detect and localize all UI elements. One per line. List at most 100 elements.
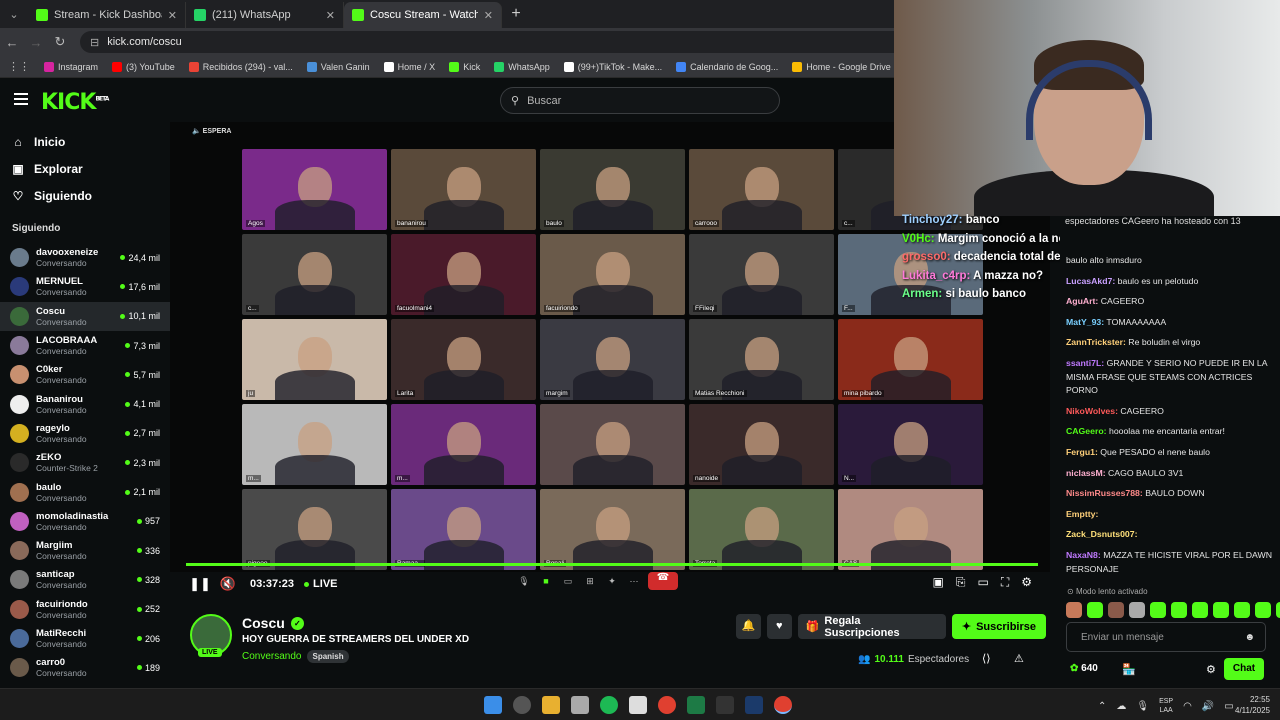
miniplayer-icon[interactable]: ▣ bbox=[933, 575, 944, 590]
sidebar-channel[interactable]: zEKO Counter-Strike 2 2,3 mil bbox=[0, 448, 170, 477]
nav-explore[interactable]: ▣ Explorar bbox=[0, 155, 170, 182]
participant-tile[interactable]: baulo bbox=[540, 149, 685, 230]
chat-username[interactable]: NikoWolves: bbox=[1066, 406, 1118, 416]
tab-search-icon[interactable]: ⌄ bbox=[0, 0, 28, 28]
bookmark-item[interactable]: Recibidos (294) - val... bbox=[188, 61, 293, 72]
bookmark-item[interactable]: Valen Ganin bbox=[306, 61, 370, 72]
theater-icon[interactable]: ▭ bbox=[977, 575, 988, 590]
grid-view-icon[interactable]: ⊞ bbox=[582, 576, 598, 587]
chat-settings-icon[interactable]: ⚙ bbox=[1206, 663, 1216, 676]
close-tab-icon[interactable]: ✕ bbox=[168, 9, 177, 22]
participant-tile[interactable]: FFileqi bbox=[689, 234, 834, 315]
chat-username[interactable]: ssanti7L: bbox=[1066, 358, 1104, 368]
participant-tile[interactable]: carrooo bbox=[689, 149, 834, 230]
excel-icon[interactable] bbox=[687, 696, 705, 714]
language-tag[interactable]: Spanish bbox=[307, 650, 349, 663]
store-app-icon[interactable] bbox=[571, 696, 589, 714]
epic-icon[interactable] bbox=[716, 696, 734, 714]
emote-icon[interactable] bbox=[1213, 602, 1229, 618]
app-icon[interactable] bbox=[629, 696, 647, 714]
participant-tile[interactable]: nanoide bbox=[689, 404, 834, 485]
emote-icon[interactable] bbox=[1129, 602, 1145, 618]
participant-tile[interactable]: Larita bbox=[391, 319, 536, 400]
share-screen-icon[interactable]: ▭ bbox=[560, 576, 576, 587]
spotify-icon[interactable] bbox=[600, 696, 618, 714]
participant-tile[interactable]: ju bbox=[242, 319, 387, 400]
participant-tile[interactable]: Matias Recchioni bbox=[689, 319, 834, 400]
onedrive-icon[interactable]: ☁ bbox=[1116, 701, 1126, 712]
forward-icon[interactable]: → bbox=[24, 35, 48, 50]
effects-icon[interactable]: ✦ bbox=[604, 576, 620, 587]
chat-username[interactable]: NaxaN8: bbox=[1066, 550, 1101, 560]
volume-icon[interactable]: 🔊 bbox=[1202, 701, 1214, 712]
file-explorer-icon[interactable] bbox=[542, 696, 560, 714]
task-view-icon[interactable] bbox=[513, 696, 531, 714]
search-input[interactable]: ⚲ Buscar bbox=[500, 87, 780, 114]
emote-icon[interactable] bbox=[1108, 602, 1124, 618]
bookmark-item[interactable]: Home / X bbox=[383, 61, 435, 72]
emote-icon[interactable] bbox=[1276, 602, 1280, 618]
chrome-active-icon[interactable] bbox=[774, 696, 792, 714]
participant-tile[interactable]: CAS bbox=[838, 489, 983, 570]
close-tab-icon[interactable]: ✕ bbox=[326, 9, 335, 22]
bookmark-item[interactable]: (3) YouTube bbox=[112, 61, 175, 72]
emote-icon[interactable] bbox=[1171, 602, 1187, 618]
apps-icon[interactable]: ⋮⋮ bbox=[8, 60, 30, 73]
camera-icon[interactable]: ■ bbox=[538, 576, 554, 586]
sidebar-channel[interactable]: MatiRecchi Conversando 206 bbox=[0, 624, 170, 653]
store-icon[interactable]: 🏪 bbox=[1122, 663, 1136, 676]
more-icon[interactable]: ⋯ bbox=[626, 576, 642, 587]
clip-icon[interactable]: ⎘ bbox=[956, 575, 966, 590]
wifi-icon[interactable]: ◠ bbox=[1183, 701, 1192, 712]
settings-icon[interactable]: ⚙ bbox=[1021, 575, 1032, 590]
new-tab-button[interactable]: + bbox=[502, 5, 530, 23]
chat-username[interactable]: MatY_93: bbox=[1066, 317, 1104, 327]
bookmark-item[interactable]: Instagram bbox=[44, 61, 98, 72]
kick-logo[interactable]: KICKBETA bbox=[41, 90, 109, 115]
participant-tile[interactable] bbox=[540, 404, 685, 485]
emote-icon[interactable] bbox=[1087, 602, 1103, 618]
progress-bar[interactable] bbox=[186, 563, 1038, 566]
gift-subs-button[interactable]: 🎁 Regala Suscripciones bbox=[797, 614, 946, 639]
participant-tile[interactable]: Torreta bbox=[689, 489, 834, 570]
chat-username[interactable]: Emptty: bbox=[1066, 509, 1098, 519]
clock[interactable]: 22:55 4/11/2025 bbox=[1226, 694, 1270, 716]
emote-icon[interactable] bbox=[1234, 602, 1250, 618]
mic-icon[interactable]: 🎙 bbox=[516, 576, 532, 587]
chat-username[interactable]: ZannTrickster: bbox=[1066, 337, 1126, 347]
participant-tile[interactable]: bananirou bbox=[391, 149, 536, 230]
participant-tile[interactable]: c... bbox=[242, 234, 387, 315]
channel-points[interactable]: ✿ 640 bbox=[1070, 663, 1098, 674]
emote-icon[interactable] bbox=[1066, 602, 1082, 618]
emote-icon[interactable] bbox=[1192, 602, 1208, 618]
sidebar-channel[interactable]: davooxeneize Conversando 24,4 mil bbox=[0, 243, 170, 272]
participant-tile[interactable]: facuolmani4 bbox=[391, 234, 536, 315]
browser-tab[interactable]: (211) WhatsApp ✕ bbox=[186, 2, 344, 28]
participant-tile[interactable]: margim bbox=[540, 319, 685, 400]
participant-tile[interactable]: m... bbox=[391, 404, 536, 485]
emote-icon[interactable] bbox=[1150, 602, 1166, 618]
chat-input[interactable]: Enviar un mensaje ☻ bbox=[1066, 622, 1266, 652]
emoji-icon[interactable]: ☻ bbox=[1244, 632, 1255, 643]
language-indicator[interactable]: ESP LAA bbox=[1159, 697, 1173, 715]
mic-tray-icon[interactable]: 🎙 bbox=[1136, 701, 1149, 712]
browser-tab[interactable]: Coscu Stream - Watch Live on K ✕ bbox=[344, 2, 502, 28]
participant-tile[interactable]: N... bbox=[838, 404, 983, 485]
sidebar-channel[interactable]: MERNUEL Conversando 17,6 mil bbox=[0, 272, 170, 301]
sidebar-channel[interactable]: Bananirou Conversando 4,1 mil bbox=[0, 389, 170, 418]
chat-username[interactable]: Zack_Dsnuts007: bbox=[1066, 529, 1137, 539]
menu-icon[interactable] bbox=[14, 93, 28, 105]
bookmark-item[interactable]: WhatsApp bbox=[494, 61, 550, 72]
bookmark-item[interactable]: Calendario de Goog... bbox=[676, 61, 778, 72]
close-tab-icon[interactable]: ✕ bbox=[484, 9, 493, 22]
report-icon[interactable]: ⚠ bbox=[1014, 652, 1024, 665]
participant-tile[interactable]: m... bbox=[242, 404, 387, 485]
sidebar-channel[interactable]: rageylo Conversando 2,7 mil bbox=[0, 419, 170, 448]
chat-username[interactable]: CAGeero: bbox=[1066, 426, 1107, 436]
sidebar-channel[interactable]: LACOBRAAA Conversando 7,3 mil bbox=[0, 331, 170, 360]
channel-name[interactable]: Coscu ✓ bbox=[242, 615, 304, 631]
subscribe-button[interactable]: ✦ Suscribirse bbox=[951, 614, 1046, 639]
sidebar-channel[interactable]: momoladinastia Conversando 957 bbox=[0, 507, 170, 536]
sidebar-channel[interactable]: santicap Conversando 328 bbox=[0, 565, 170, 594]
nav-following[interactable]: ♡ Siguiendo bbox=[0, 182, 170, 209]
